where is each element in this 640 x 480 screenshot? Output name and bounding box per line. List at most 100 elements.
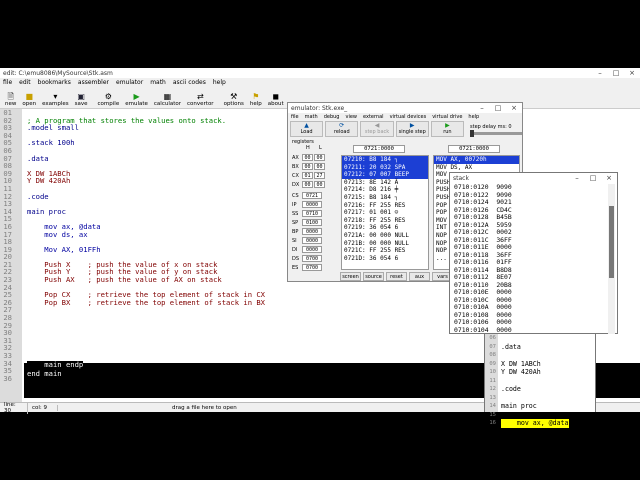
scrollbar-thumb[interactable] — [609, 206, 614, 278]
emu-menu-file[interactable]: file — [291, 114, 299, 120]
code-line[interactable]: main proc — [27, 208, 265, 216]
code-line[interactable]: .model small — [27, 124, 265, 132]
menu-edit[interactable]: edit — [19, 79, 31, 86]
close-icon[interactable]: × — [506, 103, 522, 113]
register-value[interactable]: 0721 — [302, 192, 322, 199]
register-high-byte[interactable]: 00 — [302, 154, 313, 161]
stack-titlebar[interactable]: stack – □ × — [450, 173, 617, 183]
open-button[interactable]: ■ open — [19, 92, 39, 108]
register-value[interactable]: 0700 — [302, 264, 322, 271]
memory-row[interactable]: 07217: 01 001 ☺ — [342, 209, 428, 217]
convertor-button[interactable]: ⇄ convertor — [184, 92, 217, 108]
compile-button[interactable]: ⚙ compile — [95, 92, 123, 108]
new-button[interactable]: 🗎 new — [2, 92, 19, 108]
calculator-button[interactable]: ▦ calculator — [151, 92, 184, 108]
register-value[interactable]: 0000 — [302, 201, 322, 208]
menu-ascii-codes[interactable]: ascii codes — [173, 79, 206, 86]
close-icon[interactable]: × — [624, 68, 640, 78]
memory-row[interactable]: 0721D: 36 054 6 — [342, 255, 428, 263]
code-line[interactable]: Y DW 420Ah — [27, 177, 265, 185]
code-line[interactable] — [27, 306, 265, 314]
emulator-titlebar[interactable]: emulator: Stk.exe_ – □ × — [288, 103, 522, 113]
code-line[interactable] — [27, 344, 265, 352]
code-line[interactable]: Pop BX ; retrieve the top element of sta… — [27, 299, 265, 307]
stack-scrollbar[interactable] — [608, 184, 615, 334]
code-text[interactable]: ; A program that stores the values onto … — [27, 109, 265, 385]
disasm-row[interactable]: MOV DS, AX — [434, 164, 519, 172]
close-icon[interactable]: × — [601, 173, 617, 183]
step-delay-slider[interactable] — [470, 129, 523, 137]
minimize-icon[interactable]: – — [569, 173, 585, 183]
memory-row[interactable]: 07210: B8 184 ┐ — [342, 156, 428, 164]
aux-button[interactable]: aux — [409, 272, 430, 281]
memory-row[interactable]: 07216: FF 255 RES — [342, 202, 428, 210]
register-value[interactable]: 0000 — [302, 228, 322, 235]
code-line[interactable]: main endp — [27, 360, 84, 369]
memory-row[interactable]: 0721A: 00 000 NULL — [342, 232, 428, 240]
reload-button[interactable]: ⟳ reload — [325, 121, 359, 137]
memory-list[interactable]: 07210: B8 184 ┐ 07211: 20 032 SPA 07212: 0… — [341, 155, 429, 270]
register-value[interactable]: 0000 — [302, 237, 322, 244]
memory-row[interactable]: 0721B: 00 000 NULL — [342, 240, 428, 248]
register-value[interactable]: 0710 — [302, 210, 322, 217]
options-button[interactable]: ⚒ options — [221, 92, 247, 108]
register-low-byte[interactable]: 00 — [314, 154, 325, 161]
code-line[interactable]: int 21h — [27, 337, 265, 345]
register-value[interactable]: 0700 — [302, 255, 322, 262]
code-line[interactable]: Mov AX, 01FFh — [27, 246, 265, 254]
code-line[interactable]: .code — [27, 192, 265, 201]
minimize-icon[interactable]: – — [592, 68, 608, 78]
source-button[interactable]: source — [363, 272, 384, 281]
save-button[interactable]: ▣ save — [72, 92, 91, 108]
emu-menu-help[interactable]: help — [468, 114, 479, 120]
emu-menu-virtual-devices[interactable]: virtual devices — [390, 114, 427, 120]
screen-button[interactable]: screen — [340, 272, 361, 281]
load-button[interactable]: ▲ Load — [290, 121, 324, 137]
disasm-address-field[interactable]: 0721:0000 — [448, 145, 500, 153]
code-line[interactable] — [27, 378, 265, 386]
maximize-icon[interactable]: □ — [490, 103, 506, 113]
step-delay-control[interactable]: step delay ms: 0 — [470, 121, 523, 137]
code-line[interactable]: mov ds, ax — [27, 230, 265, 239]
register-value[interactable]: 0100 — [302, 219, 322, 226]
minimize-icon[interactable]: – — [474, 103, 490, 113]
memory-row[interactable]: 07218: FF 255 RES — [342, 217, 428, 225]
code-line[interactable] — [27, 314, 265, 322]
emu-menu-virtual-drive[interactable]: virtual drive — [432, 114, 462, 120]
emu-menu-debug[interactable]: debug — [324, 114, 340, 120]
register-high-byte[interactable]: 00 — [302, 181, 313, 188]
code-line[interactable]: end main — [27, 369, 62, 378]
single-step-button[interactable]: ▶ single step — [395, 121, 429, 137]
disasm-row[interactable]: MOV AX, 00720h — [434, 156, 519, 164]
maximize-icon[interactable]: □ — [585, 173, 601, 183]
reset-button[interactable]: reset — [386, 272, 407, 281]
register-value[interactable]: 0000 — [302, 246, 322, 253]
editor-titlebar[interactable]: edit: C:\emu8086\MySource\Stk.asm – □ × — [0, 68, 640, 78]
code-line[interactable]: .data — [27, 154, 265, 163]
menu-emulator[interactable]: emulator — [116, 79, 143, 86]
examples-button[interactable]: ▾ examples — [39, 92, 72, 108]
memory-row[interactable]: 0721C: FF 255 RES — [342, 247, 428, 255]
memory-row[interactable]: 07215: B8 184 ┐ — [342, 194, 428, 202]
code-line[interactable] — [27, 185, 265, 193]
run-button[interactable]: ▶ run — [430, 121, 465, 137]
code-line[interactable] — [27, 147, 265, 155]
register-low-byte[interactable]: 00 — [314, 181, 325, 188]
menu-math[interactable]: math — [150, 79, 166, 86]
step-delay-thumb[interactable] — [470, 129, 475, 137]
emu-menu-math[interactable]: math — [305, 114, 318, 120]
register-high-byte[interactable]: 01 — [302, 172, 313, 179]
memory-row[interactable]: 07212: 07 007 BEEP — [342, 171, 428, 179]
emu-menu-external[interactable]: external — [363, 114, 384, 120]
menu-bookmarks[interactable]: bookmarks — [38, 79, 71, 86]
stack-row[interactable]: 0710:0104 0000 — [452, 326, 602, 335]
register-low-byte[interactable]: 00 — [314, 163, 325, 170]
menu-assembler[interactable]: assembler — [78, 79, 109, 86]
emu-menu-view[interactable]: view — [345, 114, 357, 120]
stack-list[interactable]: 0710:0120 9090 0710:0122 9090 0710:0124 90… — [452, 184, 602, 334]
memory-address-field[interactable]: 0721:0000 — [353, 145, 405, 153]
help-button[interactable]: ⚑ help — [247, 92, 265, 108]
memory-row[interactable]: 07214: D8 216 ╪ — [342, 186, 428, 194]
memory-row[interactable]: 07219: 36 054 6 — [342, 224, 428, 232]
emulate-button[interactable]: ▶ emulate — [122, 92, 151, 108]
